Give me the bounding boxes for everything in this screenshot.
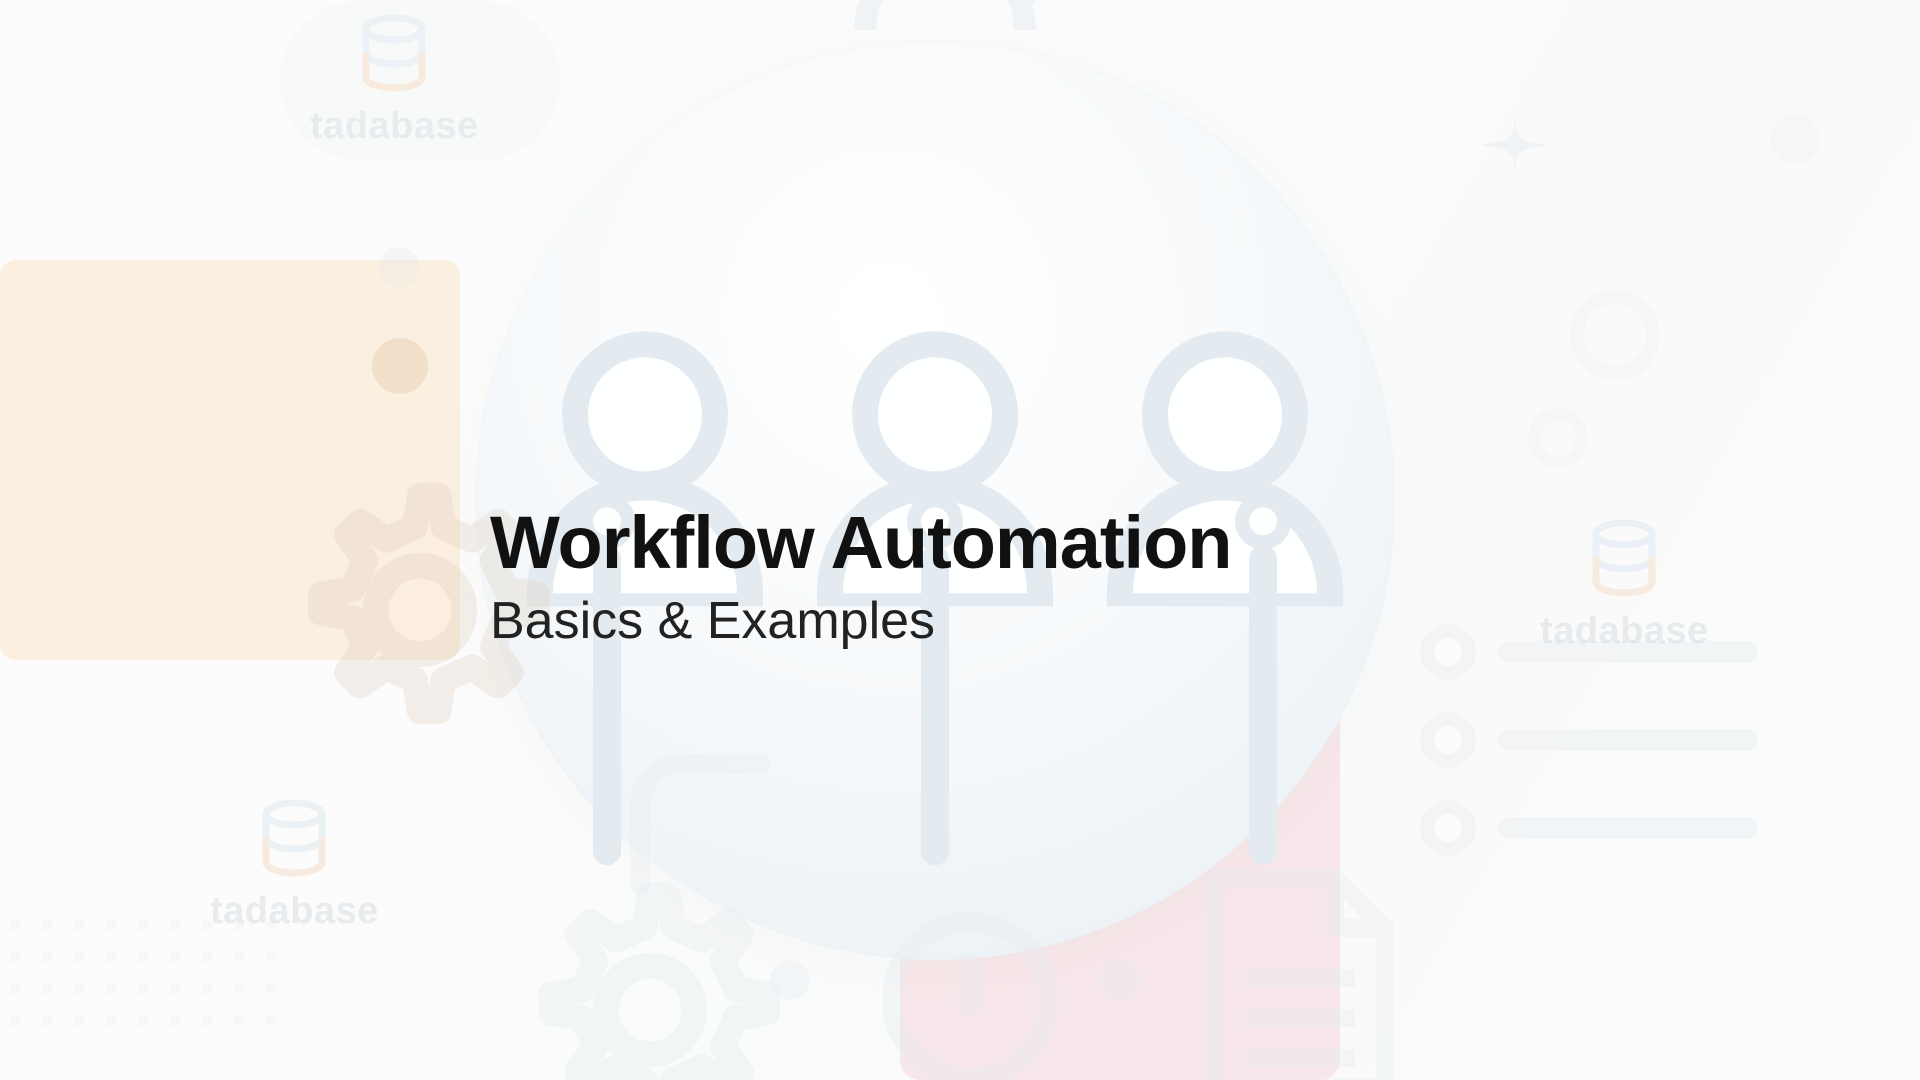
connector-node [1100, 960, 1140, 1000]
database-icon [259, 800, 329, 880]
connector-line [620, 744, 780, 909]
decorative-ring [1570, 290, 1660, 380]
brand-logo: tadabase [310, 15, 479, 148]
brand-name: tadabase [310, 105, 479, 148]
headline-block: Workflow Automation Basics & Examples [490, 500, 1232, 651]
decorative-dot [372, 338, 428, 394]
database-icon [1589, 520, 1659, 600]
gear-icon [520, 880, 780, 1080]
sparkle-icon [1480, 100, 1550, 195]
page-subtitle: Basics & Examples [490, 591, 1232, 651]
database-icon [359, 15, 429, 95]
brand-logo: tadabase [1540, 520, 1709, 653]
document-icon [1195, 858, 1405, 1080]
decorative-dot-grid [10, 920, 276, 1048]
toggle-list-icon [1420, 624, 1758, 888]
power-icon [870, 900, 1070, 1080]
decorative-dot [1770, 114, 1820, 164]
brand-name: tadabase [1540, 610, 1709, 653]
decorative-dot [379, 247, 419, 287]
connector-node [770, 960, 810, 1000]
page-title: Workflow Automation [490, 500, 1232, 585]
decorative-ring [1528, 408, 1588, 468]
brand-logo: tadabase [210, 800, 379, 933]
hero-graphic: tadabase tadabase tadabase [0, 0, 1920, 1080]
